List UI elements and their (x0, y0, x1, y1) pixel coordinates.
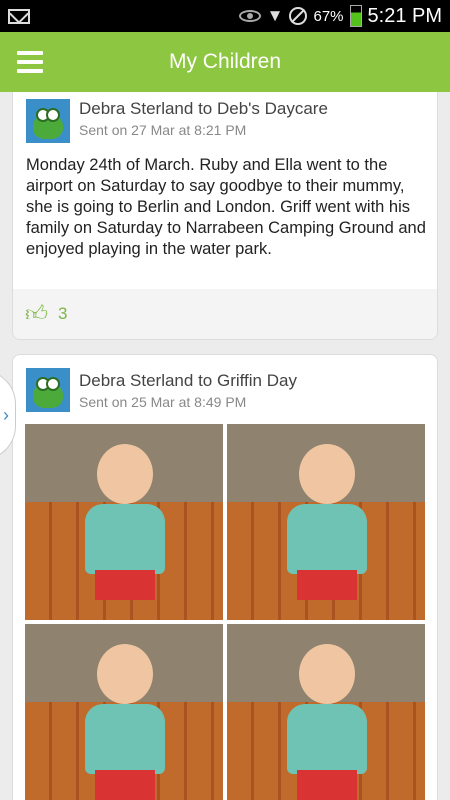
avatar[interactable] (26, 99, 70, 143)
post-timestamp: Sent on 25 Mar at 8:49 PM (79, 394, 247, 410)
thumbs-up-icon: 👍︎ (25, 301, 48, 326)
post-body: Monday 24th of March. Ruby and Ella went… (26, 156, 426, 258)
photo-grid (25, 424, 425, 800)
menu-button[interactable] (0, 32, 60, 92)
frog-avatar-icon (33, 377, 63, 408)
battery-icon (349, 5, 362, 27)
menu-icon (17, 51, 43, 55)
like-count: 3 (58, 304, 68, 323)
do-not-disturb-icon (289, 7, 308, 25)
wifi-icon: ▼ (266, 6, 284, 25)
photo-thumbnail[interactable] (25, 624, 223, 800)
eye-icon (238, 10, 261, 22)
clock: 5:21 PM (367, 4, 442, 27)
battery-percent: 67% (313, 7, 344, 25)
frog-avatar-icon (33, 108, 63, 139)
post-header: Debra Sterland to Griffin Day Sent on 25… (13, 355, 437, 413)
post-footer: 👍︎ 3 (13, 289, 437, 339)
like-button[interactable]: 👍︎ 3 (25, 303, 67, 325)
avatar[interactable] (26, 368, 70, 412)
page-title: My Children (168, 50, 282, 73)
post-sender: Debra Sterland to Griffin Day (79, 371, 297, 390)
post-header: Debra Sterland to Deb's Daycare Sent on … (13, 92, 437, 143)
photo-thumbnail[interactable] (227, 624, 425, 800)
photo-thumbnail[interactable] (227, 424, 425, 620)
mail-icon (8, 8, 30, 24)
post-card[interactable]: Debra Sterland to Griffin Day Sent on 25… (12, 354, 438, 800)
post-timestamp: Sent on 27 Mar at 8:21 PM (79, 122, 247, 138)
app-bar: My Children (0, 32, 450, 92)
chevron-right-icon: › (3, 404, 9, 425)
message-feed[interactable]: Debra Sterland to Deb's Daycare Sent on … (0, 92, 450, 800)
post-sender: Debra Sterland to Deb's Daycare (79, 99, 328, 118)
status-bar: ▼ 67% 5:21 PM (0, 0, 450, 32)
post-card[interactable]: Debra Sterland to Deb's Daycare Sent on … (12, 92, 438, 340)
photo-thumbnail[interactable] (25, 424, 223, 620)
